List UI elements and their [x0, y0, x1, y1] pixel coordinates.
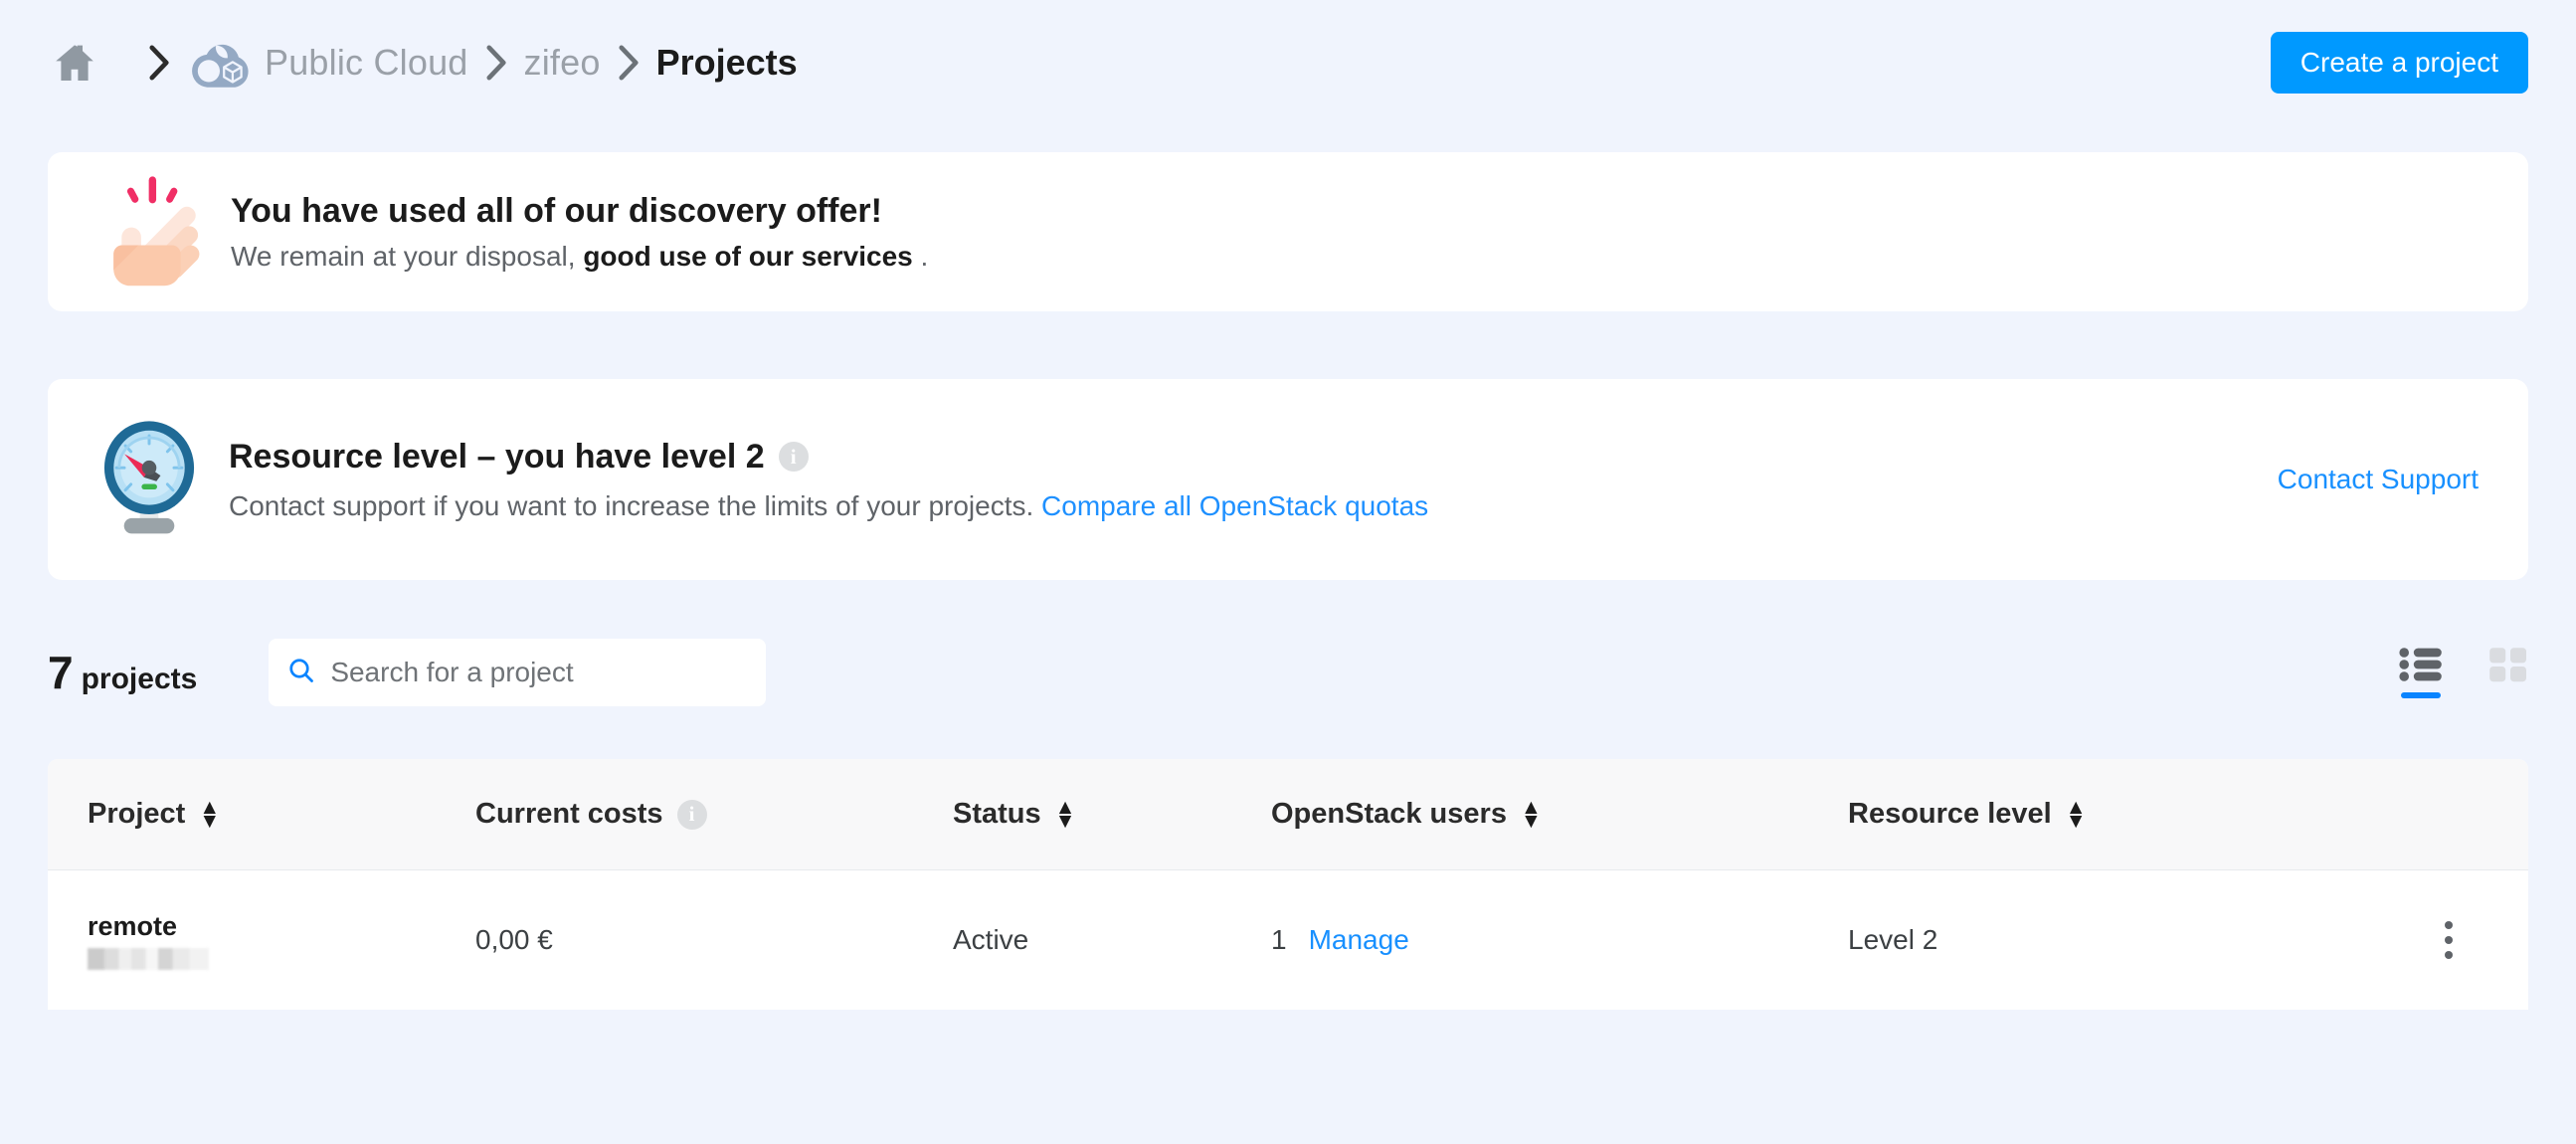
info-icon[interactable]: i [778, 442, 809, 472]
table-cell-project: remote [48, 911, 475, 970]
table-cell-current-costs: 0,00 € [475, 924, 553, 955]
kebab-dot [2445, 921, 2453, 929]
discovery-offer-banner: You have used all of our discovery offer… [48, 152, 2528, 311]
breadcrumb-item-public-cloud[interactable]: Public Cloud [265, 42, 468, 84]
sort-openstack-users-button[interactable]: OpenStack users ▲ ▼ [1271, 796, 1848, 833]
breadcrumb-separator-3-icon [601, 39, 656, 87]
table-cell-actions [2405, 915, 2528, 965]
manage-users-link[interactable]: Manage [1309, 924, 1409, 956]
projects-count-label: projects [81, 663, 198, 695]
list-view-icon [2399, 648, 2442, 681]
current-costs-info-icon[interactable]: i [676, 799, 707, 830]
table-header-label-current-costs: Current costs [475, 798, 663, 830]
sort-resource-level-button[interactable]: Resource level ▲ ▼ [1848, 796, 2405, 833]
project-id-redacted [88, 947, 209, 970]
search-input[interactable] [330, 657, 749, 688]
openstack-users-count: 1 [1271, 924, 1287, 955]
sort-arrows-icon: ▲ ▼ [199, 796, 221, 833]
table-header-label-status: Status [953, 798, 1041, 830]
breadcrumb-item-zifeo[interactable]: zifeo [524, 42, 601, 84]
sort-arrows-icon: ▲ ▼ [2065, 796, 2087, 833]
search-icon [286, 656, 316, 690]
list-view-button[interactable] [2399, 647, 2443, 698]
grid-view-button[interactable] [2488, 647, 2528, 698]
sort-arrows-icon: ▲ ▼ [1520, 796, 1542, 833]
table-header-row: Project ▲ ▼ Current costs i Status ▲ ▼ Ope… [48, 759, 2528, 870]
pointing-hand-icon [97, 173, 207, 290]
table-header-cell-resource-level: Resource level ▲ ▼ [1848, 796, 2405, 833]
project-name[interactable]: remote [88, 911, 475, 942]
top-bar: Public Cloud zifeo Projects Create a pro… [0, 0, 2576, 124]
table-cell-status: Active [953, 924, 1029, 955]
breadcrumb-separator-1-icon [131, 39, 187, 87]
projects-count: 7 projects [48, 646, 197, 699]
home-icon[interactable] [48, 39, 101, 87]
table-header-cell-current-costs: Current costs i [475, 798, 953, 831]
discovery-offer-sub-prefix: We remain at your disposal, [231, 240, 584, 272]
resource-level-description: Contact support if you want to increase … [229, 490, 1428, 522]
kebab-dot [2445, 936, 2453, 944]
discovery-offer-text: You have used all of our discovery offer… [231, 192, 928, 273]
grid-view-active-indicator [2488, 692, 2528, 698]
discovery-offer-sub-suffix: . [912, 240, 929, 272]
table-header-label-openstack-users: OpenStack users [1271, 798, 1507, 830]
openstack-users-group: 1 Manage [1271, 924, 1848, 956]
create-project-button[interactable]: Create a project [2270, 31, 2528, 94]
sort-project-button[interactable]: Project ▲ ▼ [88, 796, 475, 833]
discovery-offer-sub-bold: good use of our services [583, 240, 913, 272]
breadcrumb-separator-2-icon [468, 39, 524, 87]
table-header-cell-openstack-users: OpenStack users ▲ ▼ [1271, 796, 1848, 833]
list-view-active-indicator [2401, 692, 2441, 698]
sort-arrows-icon: ▲ ▼ [1054, 796, 1076, 833]
kebab-dot [2445, 951, 2453, 959]
compare-quotas-link[interactable]: Compare all OpenStack quotas [1041, 490, 1428, 521]
table-header-label-project: Project [88, 798, 186, 830]
view-toggle-group [2399, 647, 2528, 698]
discovery-offer-subtitle: We remain at your disposal, good use of … [231, 241, 928, 273]
table-header-cell-status: Status ▲ ▼ [953, 796, 1271, 833]
sort-status-button[interactable]: Status ▲ ▼ [953, 796, 1271, 833]
table-row[interactable]: remote 0,00 € Active 1 Manage Level 2 [48, 870, 2528, 1010]
page-content: You have used all of our discovery offer… [0, 152, 2576, 1010]
breadcrumb: Public Cloud zifeo Projects [48, 36, 798, 90]
breadcrumb-item-projects: Projects [655, 41, 798, 83]
table-header-label-resource-level: Resource level [1848, 798, 2052, 830]
table-cell-resource-level: Level 2 [1848, 924, 1938, 955]
table-header-current-costs: Current costs i [475, 798, 953, 831]
projects-toolbar: 7 projects [48, 628, 2528, 717]
search-box[interactable] [269, 639, 767, 706]
kebab-menu-icon[interactable] [2439, 915, 2459, 965]
contact-support-link[interactable]: Contact Support [2278, 464, 2479, 495]
projects-count-number: 7 [48, 647, 74, 698]
discovery-offer-title: You have used all of our discovery offer… [231, 191, 882, 230]
resource-level-text: Resource level – you have level 2 i Cont… [229, 438, 1428, 522]
resource-level-title: Resource level – you have level 2 i [229, 438, 1428, 477]
grid-view-icon [2489, 648, 2526, 682]
table-cell-openstack-users: 1 Manage [1271, 924, 1848, 956]
table-header-cell-project: Project ▲ ▼ [48, 796, 475, 833]
resource-level-description-text: Contact support if you want to increase … [229, 489, 1034, 521]
public-cloud-icon [187, 36, 253, 90]
gauge-icon [97, 421, 201, 538]
projects-table: Project ▲ ▼ Current costs i Status ▲ ▼ Ope… [48, 759, 2528, 1010]
resource-level-banner: Resource level – you have level 2 i Cont… [48, 379, 2528, 580]
resource-level-title-label: Resource level – you have level 2 [229, 437, 765, 476]
